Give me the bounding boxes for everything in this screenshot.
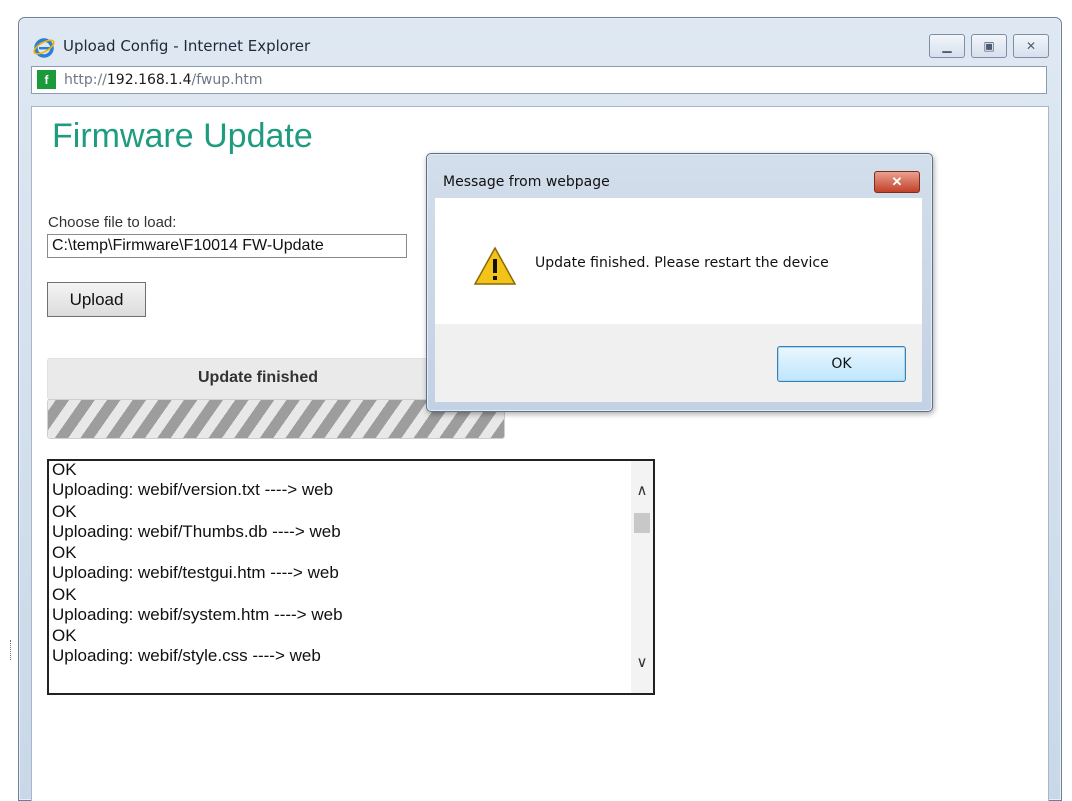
upload-log[interactable]: OK Uploading: webif/version.txt ----> web… bbox=[47, 459, 655, 695]
page-title: Firmware Update bbox=[52, 117, 313, 155]
dialog-message: Update finished. Please restart the devi… bbox=[535, 255, 829, 271]
url-host: 192.168.1.4 bbox=[106, 72, 192, 88]
dialog-title: Message from webpage bbox=[443, 174, 610, 190]
ok-button[interactable]: OK bbox=[777, 346, 906, 382]
minimize-button[interactable]: ▁ bbox=[929, 34, 965, 58]
minimize-icon: ▁ bbox=[942, 39, 952, 53]
file-label: Choose file to load: bbox=[48, 214, 177, 231]
chevron-up-icon[interactable]: ∧ bbox=[631, 481, 653, 499]
address-url[interactable]: http://192.168.1.4/fwup.htm bbox=[64, 72, 263, 88]
url-prefix: http:// bbox=[64, 72, 107, 88]
status-text: Update finished bbox=[197, 369, 318, 386]
scroll-thumb[interactable] bbox=[634, 513, 650, 533]
log-line: Uploading: webif/system.htm ----> web bbox=[52, 604, 343, 624]
warning-icon bbox=[473, 246, 517, 285]
log-line: OK bbox=[52, 501, 77, 521]
file-path-input[interactable]: C:\temp\Firmware\F10014 FW-Update bbox=[47, 234, 407, 258]
maximize-button[interactable]: ▣ bbox=[971, 34, 1007, 58]
message-dialog: Message from webpage ✕ Update finished. … bbox=[426, 153, 933, 412]
log-line: OK bbox=[52, 626, 77, 646]
log-line: OK bbox=[52, 584, 77, 604]
log-line: Uploading: webif/Thumbs.db ----> web bbox=[52, 521, 341, 541]
log-lines: OK Uploading: webif/version.txt ----> web… bbox=[52, 460, 622, 668]
close-button[interactable]: ✕ bbox=[1013, 34, 1049, 58]
url-path: /fwup.htm bbox=[191, 72, 263, 88]
title-bar: Upload Config - Internet Explorer ▁ ▣ ✕ bbox=[19, 18, 1061, 66]
maximize-icon: ▣ bbox=[983, 39, 995, 53]
close-icon: ✕ bbox=[1025, 39, 1037, 53]
scrollbar[interactable]: ∧ ∨ bbox=[631, 461, 653, 693]
window-title: Upload Config - Internet Explorer bbox=[63, 37, 311, 55]
window-edge-mark bbox=[10, 640, 13, 660]
dialog-body: Update finished. Please restart the devi… bbox=[435, 198, 922, 324]
log-line: Uploading: webif/version.txt ----> web bbox=[52, 480, 334, 499]
internet-explorer-icon bbox=[33, 38, 55, 58]
window-controls: ▁ ▣ ✕ bbox=[929, 34, 1049, 58]
log-line: OK bbox=[52, 543, 77, 563]
chevron-down-icon[interactable]: ∨ bbox=[631, 653, 653, 671]
dialog-close-button[interactable]: ✕ bbox=[874, 171, 920, 193]
dialog-footer: OK bbox=[435, 324, 922, 402]
site-favicon-icon: f bbox=[37, 70, 56, 89]
log-line: Uploading: webif/style.css ----> web bbox=[52, 646, 321, 666]
address-bar[interactable]: f http://192.168.1.4/fwup.htm bbox=[31, 66, 1047, 94]
close-icon: ✕ bbox=[891, 174, 903, 189]
upload-button[interactable]: Upload bbox=[47, 282, 146, 317]
log-line: Uploading: webif/testgui.htm ----> web bbox=[52, 563, 339, 583]
log-line: OK bbox=[52, 460, 77, 479]
